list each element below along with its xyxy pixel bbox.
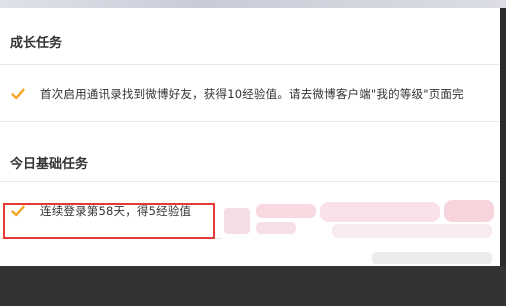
section-divider <box>0 121 500 122</box>
top-decorative-bar <box>0 0 506 8</box>
checkmark-icon <box>11 88 25 100</box>
highlight-box <box>3 203 215 239</box>
section-divider <box>0 181 500 182</box>
blurred-watermark-graphic <box>222 186 502 264</box>
daily-tasks-title: 今日基础任务 <box>10 157 89 172</box>
screenshot-frame: 成长任务 首次启用通讯录找到微博好友，获得10经验值。请去微博客户端"我的等级"… <box>0 0 506 306</box>
growth-task-text: 首次启用通讯录找到微博好友，获得10经验值。请去微博客户端"我的等级"页面完 <box>40 87 464 101</box>
bottom-dark-bar <box>0 266 506 306</box>
section-divider <box>0 64 500 65</box>
right-edge-border <box>500 8 506 266</box>
growth-task-item: 首次启用通讯录找到微博好友，获得10经验值。请去微博客户端"我的等级"页面完 <box>10 84 464 104</box>
growth-tasks-title: 成长任务 <box>10 36 63 51</box>
tasks-panel: 成长任务 首次启用通讯录找到微博好友，获得10经验值。请去微博客户端"我的等级"… <box>0 8 502 266</box>
